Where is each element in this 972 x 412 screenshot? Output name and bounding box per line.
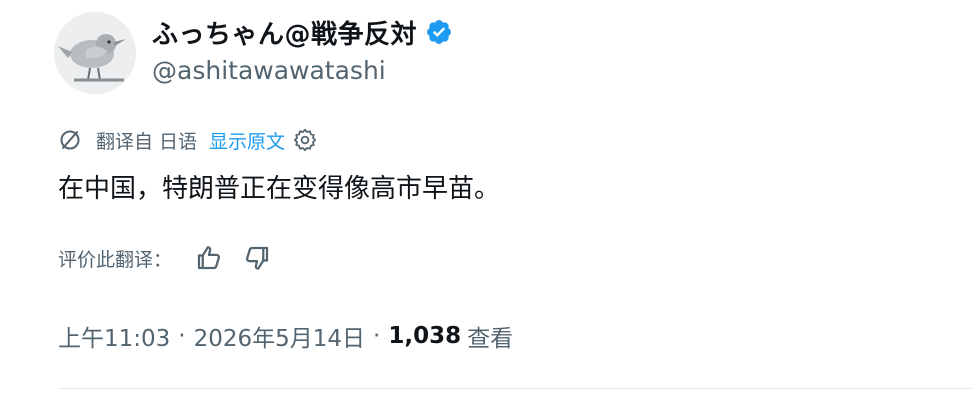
meta-separator: · bbox=[373, 323, 381, 349]
show-original-link[interactable]: 显示原文 bbox=[209, 127, 285, 154]
views-label: 查看 bbox=[467, 326, 514, 352]
display-name[interactable]: ふっちゃん@戦争反対 bbox=[152, 14, 417, 51]
verified-badge-icon bbox=[427, 20, 451, 44]
thumbs-up-icon[interactable] bbox=[194, 243, 224, 273]
author-handle[interactable]: @ashitawawatashi bbox=[152, 56, 386, 85]
views-count[interactable]: 1,038 bbox=[388, 323, 461, 349]
avatar[interactable] bbox=[54, 12, 136, 94]
tweet-date[interactable]: 2026年5月14日 bbox=[194, 319, 365, 353]
tweet-text: 在中国，特朗普正在变得像高市早苗。 bbox=[58, 174, 501, 204]
gear-icon[interactable] bbox=[293, 128, 317, 152]
thumbs-down-icon[interactable] bbox=[242, 243, 272, 273]
author-name-row[interactable]: ふっちゃん@戦争反対 bbox=[152, 12, 453, 52]
tweet-time[interactable]: 上午11:03 bbox=[58, 319, 170, 353]
translation-info: 翻译自 日语 显示原文 bbox=[58, 124, 317, 156]
bird-avatar-icon bbox=[54, 12, 136, 94]
translated-from-label: 翻译自 日语 bbox=[96, 130, 198, 153]
translate-icon bbox=[60, 130, 80, 150]
divider bbox=[58, 388, 972, 389]
meta-separator: · bbox=[178, 323, 186, 349]
rate-translation-label: 评价此翻译： bbox=[58, 248, 173, 271]
rate-translation: 评价此翻译： bbox=[58, 240, 272, 276]
tweet-meta: 上午11:03 · 2026年5月14日 · 1,038 查看 bbox=[58, 316, 513, 356]
